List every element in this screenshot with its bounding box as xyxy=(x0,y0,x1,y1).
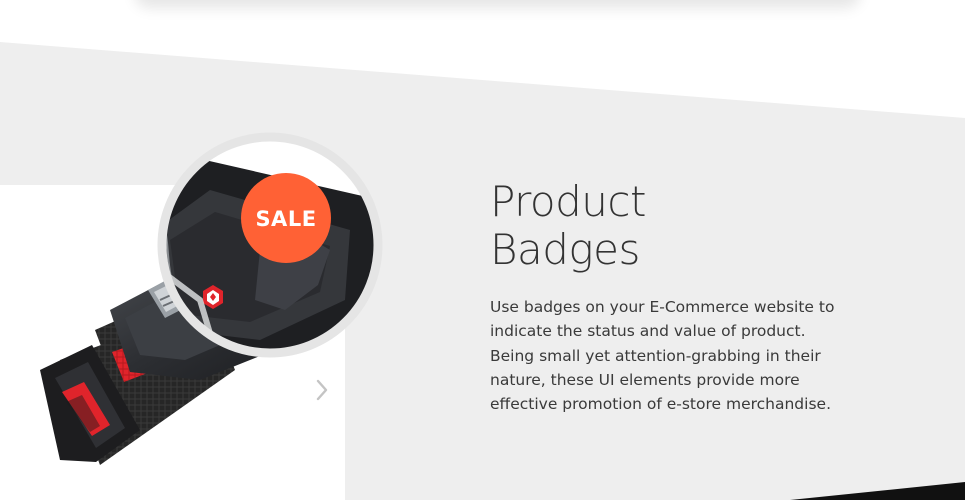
bottom-dark-corner xyxy=(790,482,965,500)
corner-shape xyxy=(790,482,965,500)
promo-section: SALE Product Badges Use badges on your E… xyxy=(0,0,965,500)
